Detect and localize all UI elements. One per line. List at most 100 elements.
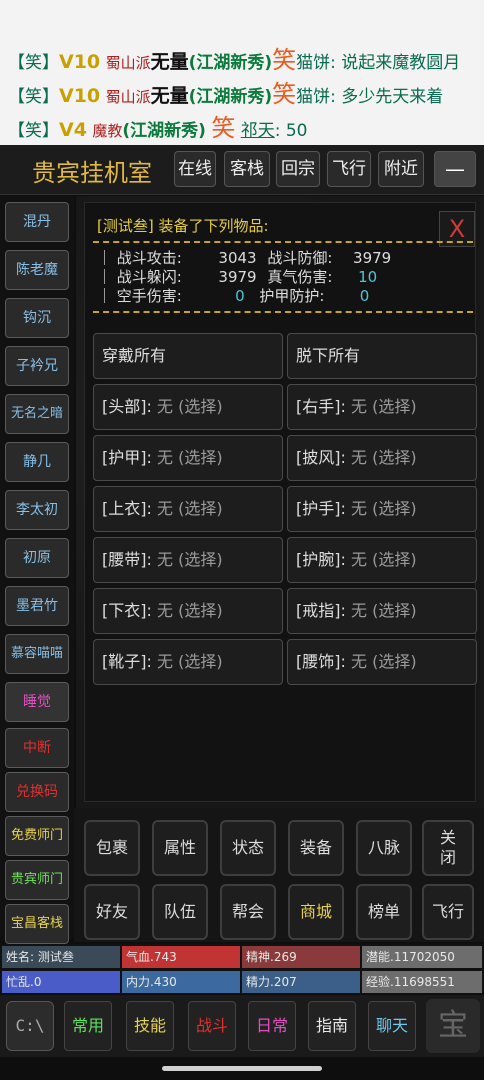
online-button[interactable]: 在线: [174, 151, 216, 187]
chat-tag: (江湖新秀): [188, 87, 273, 107]
chat-sect: 魔教: [92, 122, 123, 140]
return-sect-button[interactable]: 回宗: [276, 151, 320, 187]
jingli-bar: 精力.207: [242, 971, 360, 993]
chat-text: 50: [285, 121, 308, 141]
inventory-button[interactable]: 包裹: [84, 820, 140, 876]
seal-icon[interactable]: 宝: [426, 999, 480, 1053]
guild-button[interactable]: 帮会: [220, 884, 276, 940]
sidebar-player[interactable]: 子衿兄: [5, 346, 69, 386]
fly-menu-button[interactable]: 飞行: [422, 884, 474, 940]
chat-sect: 蜀山派: [105, 54, 151, 72]
skills-button[interactable]: 技能: [126, 1001, 174, 1051]
slot-gloves[interactable]: [护手]: 无 (选择): [287, 486, 477, 532]
sidebar-player[interactable]: 初原: [5, 538, 69, 578]
equipment-button[interactable]: 装备: [288, 820, 344, 876]
chat-message[interactable]: 【笑】V10 蜀山派无量(江湖新秀)笑猫饼: 多少先天来着: [8, 74, 443, 109]
stat-label: ｜ 战斗躲闪:: [97, 268, 182, 286]
chat-button[interactable]: 聊天: [368, 1001, 416, 1051]
slot-label: [护甲]:: [102, 448, 152, 467]
baochang-inn-button[interactable]: 宝昌客栈: [5, 904, 69, 944]
sidebar-player[interactable]: 李太初: [5, 490, 69, 530]
inn-button[interactable]: 客栈: [224, 151, 270, 187]
fly-button[interactable]: 飞行: [327, 151, 371, 187]
battle-button[interactable]: 战斗: [188, 1001, 236, 1051]
redeem-code-button[interactable]: 兑换码: [5, 772, 69, 812]
vip-level: V10: [59, 51, 101, 73]
chat-text: 说起来魔教圆月: [341, 53, 461, 73]
slot-head[interactable]: [头部]: 无 (选择): [93, 384, 283, 430]
slot-label: [靴子]:: [102, 652, 152, 671]
close-menu-button[interactable]: 关闭: [422, 820, 474, 876]
sidebar-player[interactable]: 无名之暗: [5, 394, 69, 434]
stat-row: ｜ 战斗躲闪: 3979 真气伤害: 10: [97, 266, 377, 287]
slot-boots[interactable]: [靴子]: 无 (选择): [93, 639, 283, 685]
chat-tag: (江湖新秀): [188, 53, 273, 73]
vip-level: V4: [59, 119, 87, 141]
nearby-button[interactable]: 附近: [378, 151, 424, 187]
sidebar-player[interactable]: 慕容喵喵: [5, 634, 69, 674]
stat-value: 3979: [353, 249, 392, 267]
laugh-emote: 笑: [272, 46, 297, 74]
slot-value: 无 (选择): [350, 448, 417, 467]
slot-right-hand[interactable]: [右手]: 无 (选择): [287, 384, 477, 430]
slot-waist-ornament[interactable]: [腰饰]: 无 (选择): [287, 639, 477, 685]
slot-label: [右手]:: [296, 397, 346, 416]
room-header: 贵宾挂机室 在线 客栈 回宗 飞行 附近 —: [0, 145, 484, 195]
chat-speaker[interactable]: 猫饼: [296, 87, 330, 107]
chat-speaker[interactable]: 祁天: [241, 121, 275, 141]
slot-belt[interactable]: [腰带]: 无 (选择): [93, 537, 283, 583]
collapse-button[interactable]: —: [434, 151, 476, 187]
chat-area[interactable]: 【笑】V10 蜀山派无量(江湖新秀)笑猫饼: 说起来魔教圆月 【笑】V10 蜀山…: [0, 0, 484, 145]
free-master-button[interactable]: 免费师门: [5, 816, 69, 856]
friends-button[interactable]: 好友: [84, 884, 140, 940]
interrupt-button[interactable]: 中断: [5, 728, 69, 768]
potential-bar: 潜能.11702050: [362, 946, 482, 968]
slot-armor[interactable]: [护甲]: 无 (选择): [93, 435, 283, 481]
slot-label: [腰带]:: [102, 550, 152, 569]
slot-label: [头部]:: [102, 397, 152, 416]
command-icon[interactable]: C:\: [6, 1001, 54, 1051]
sleep-button[interactable]: 睡觉: [5, 682, 69, 722]
meridians-button[interactable]: 八脉: [356, 820, 412, 876]
slot-label: [下衣]:: [102, 601, 152, 620]
sidebar-player[interactable]: 混丹: [5, 202, 69, 242]
slot-bracer[interactable]: [护腕]: 无 (选择): [287, 537, 477, 583]
chat-message[interactable]: 【笑】V4 魔教(江湖新秀) 笑 祁天: 50: [8, 108, 308, 143]
slot-value: 无 (选择): [156, 499, 223, 518]
slot-pants[interactable]: [下衣]: 无 (选择): [93, 588, 283, 634]
daily-button[interactable]: 日常: [248, 1001, 296, 1051]
remove-all-button[interactable]: 脱下所有: [287, 333, 477, 379]
sidebar-player[interactable]: 陈老魔: [5, 250, 69, 290]
slot-label: [腰饰]:: [296, 652, 346, 671]
equipment-title: [测试叁] 装备了下列物品:: [97, 217, 269, 235]
divider: [93, 241, 473, 243]
mood-bar: 忙乱.0: [2, 971, 120, 993]
slot-cloak[interactable]: [披风]: 无 (选择): [287, 435, 477, 481]
guide-button[interactable]: 指南: [308, 1001, 356, 1051]
team-button[interactable]: 队伍: [152, 884, 208, 940]
home-indicator[interactable]: [162, 1066, 322, 1071]
slot-value: 无 (选择): [156, 652, 223, 671]
status-button[interactable]: 状态: [220, 820, 276, 876]
slot-top[interactable]: [上衣]: 无 (选择): [93, 486, 283, 532]
stat-label: 护甲防护:: [259, 287, 325, 305]
shop-button[interactable]: 商城: [288, 884, 344, 940]
chat-message[interactable]: 【笑】V10 蜀山派无量(江湖新秀)笑猫饼: 说起来魔教圆月: [8, 40, 460, 75]
chat-speaker[interactable]: 猫饼: [296, 53, 330, 73]
common-button[interactable]: 常用: [64, 1001, 112, 1051]
sidebar-player[interactable]: 钩沉: [5, 298, 69, 338]
chat-name: 无量: [150, 85, 189, 107]
attributes-button[interactable]: 属性: [152, 820, 208, 876]
vip-master-button[interactable]: 贵宾师门: [5, 860, 69, 900]
stat-value: 0: [235, 287, 245, 305]
chat-name: 无量: [150, 51, 189, 73]
chat-sep: :: [274, 121, 281, 141]
ranking-button[interactable]: 榜单: [356, 884, 412, 940]
stat-label: 战斗防御:: [267, 249, 333, 267]
slot-ring[interactable]: [戒指]: 无 (选择): [287, 588, 477, 634]
neili-bar: 内力.430: [122, 971, 240, 993]
sidebar-player[interactable]: 墨君竹: [5, 586, 69, 626]
sidebar-player[interactable]: 静几: [5, 442, 69, 482]
wear-all-button[interactable]: 穿戴所有: [93, 333, 283, 379]
chat-bracket: 【笑】: [8, 121, 59, 141]
